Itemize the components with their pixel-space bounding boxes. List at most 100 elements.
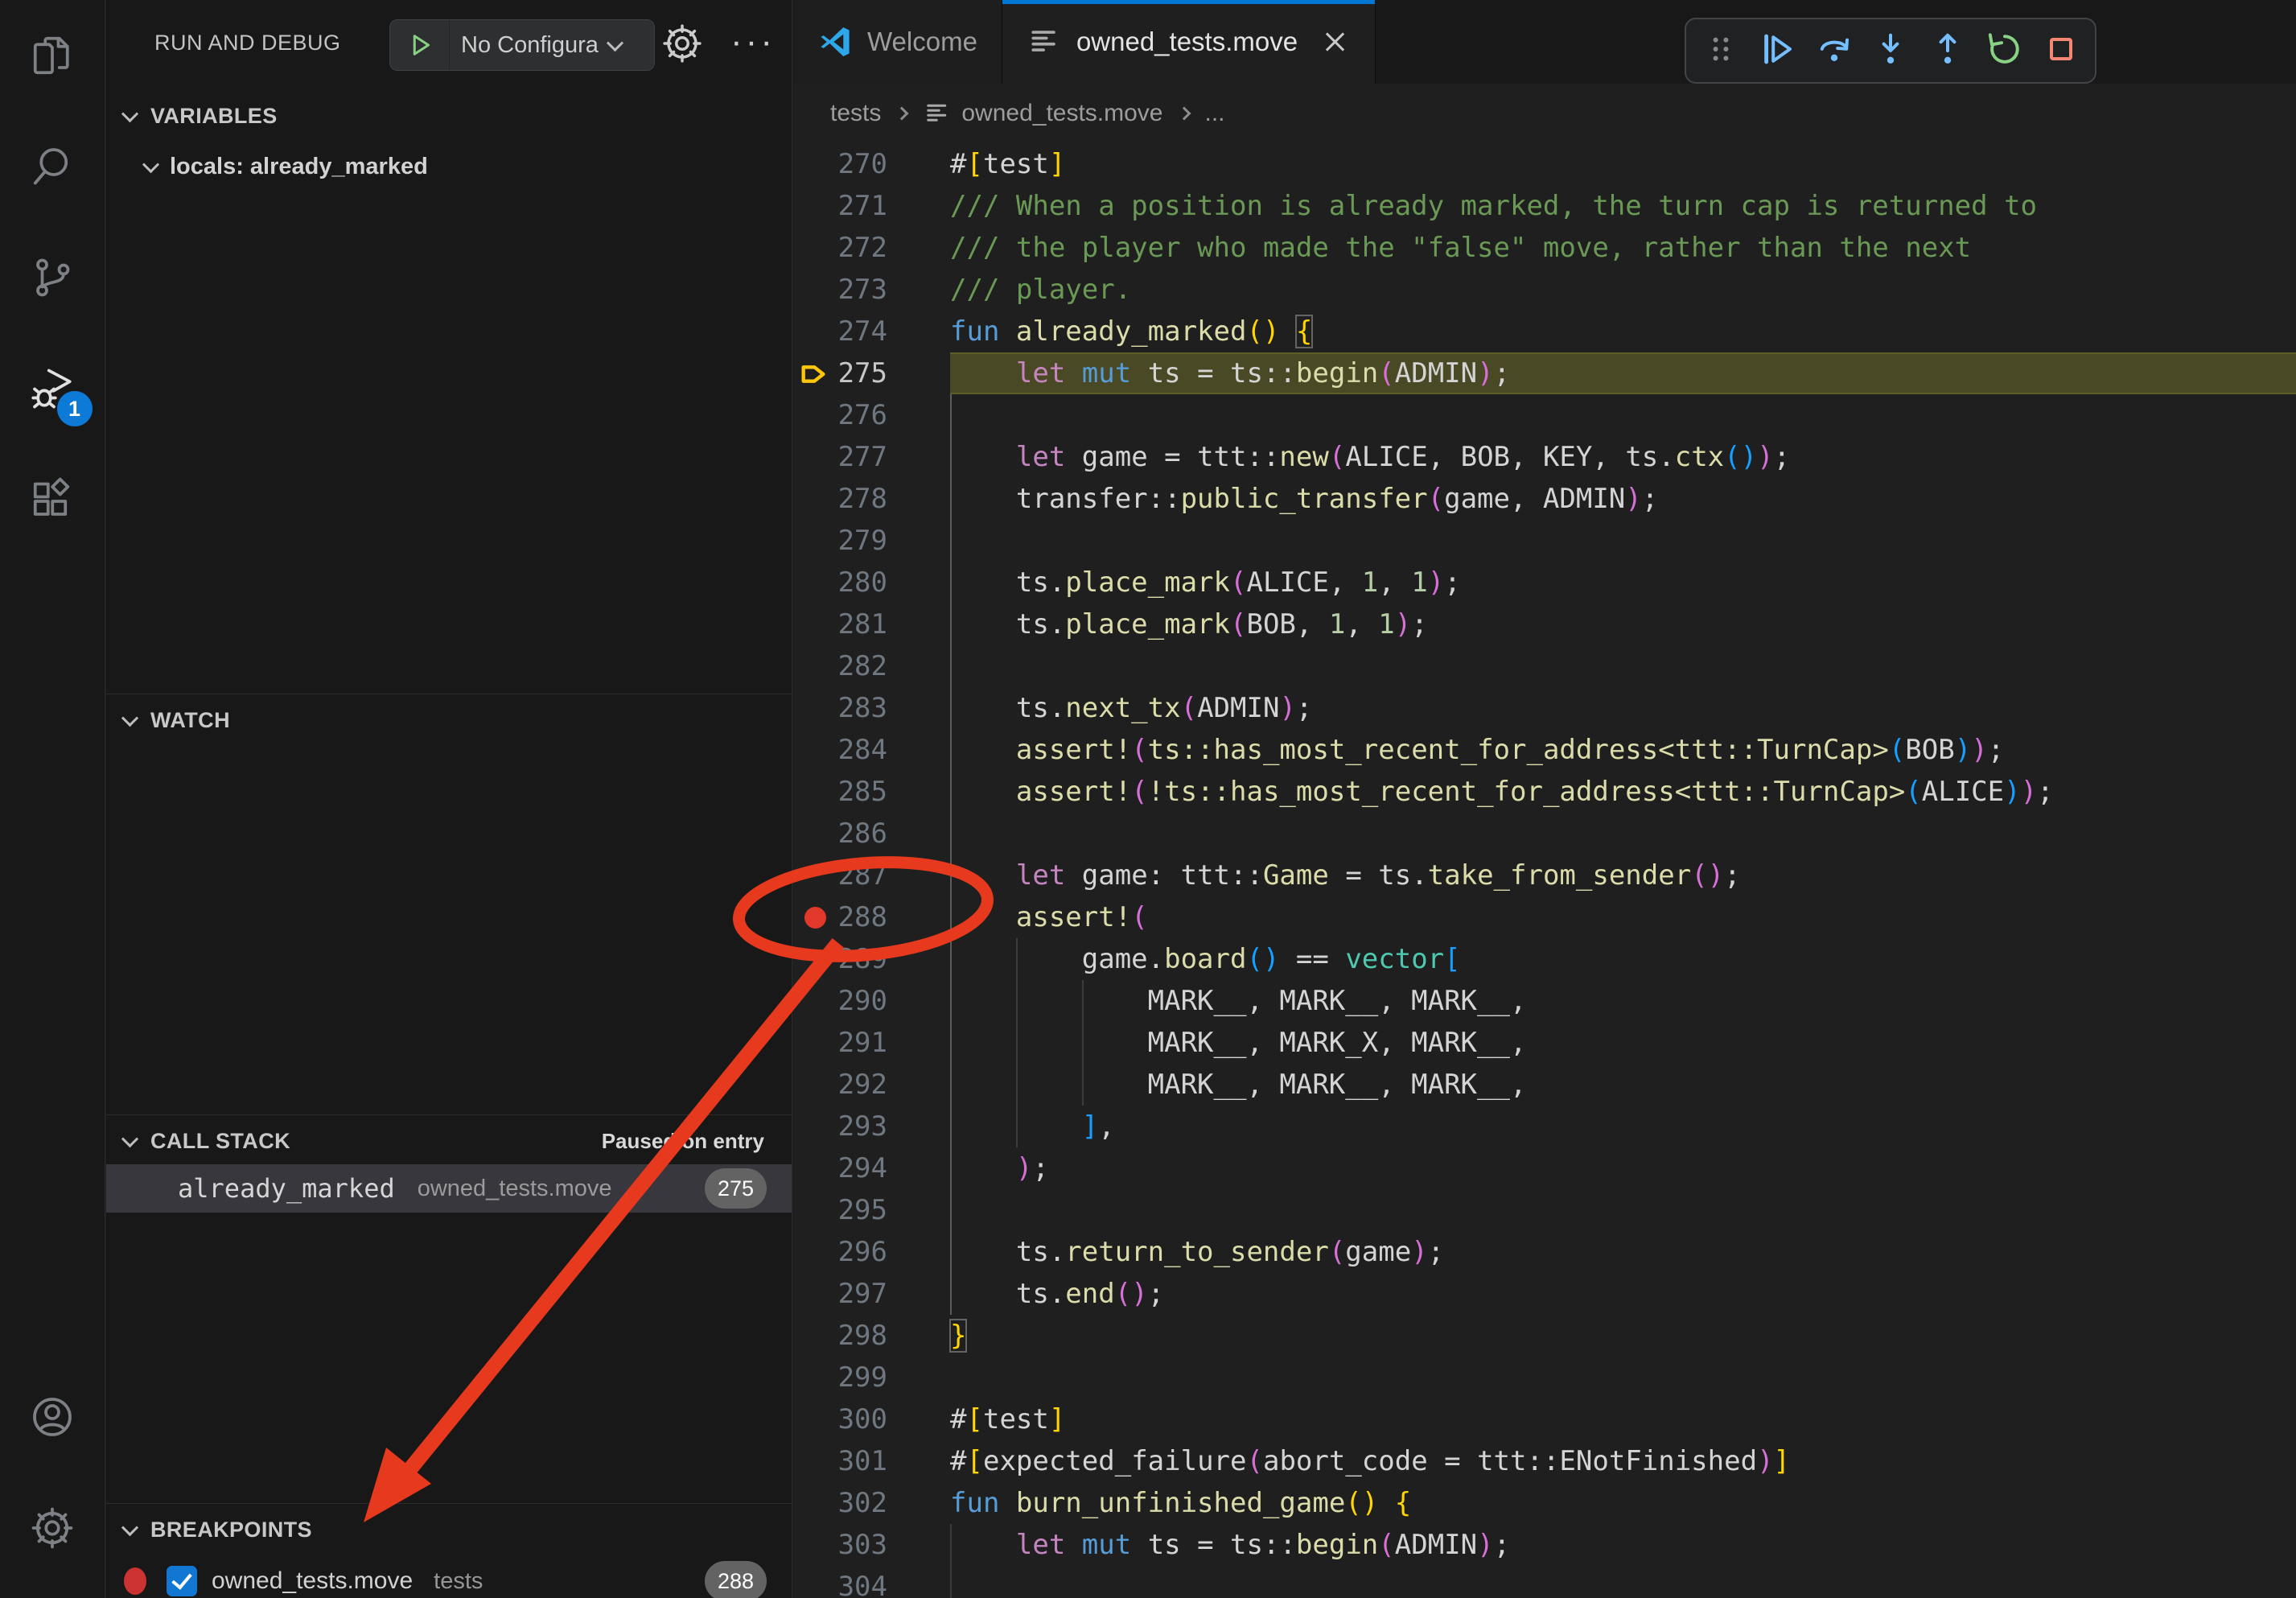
- code-text[interactable]: [950, 520, 2296, 562]
- code-text[interactable]: ts.return_to_sender(game);: [950, 1231, 2296, 1273]
- glyph-margin[interactable]: [793, 980, 837, 1022]
- line-number[interactable]: 288: [837, 896, 887, 938]
- code-text[interactable]: #[test]: [950, 143, 2296, 185]
- line-number[interactable]: 294: [837, 1147, 887, 1189]
- continue-button[interactable]: [1755, 28, 1800, 73]
- glyph-margin[interactable]: [793, 1231, 837, 1273]
- execution-pointer-glyph[interactable]: [793, 352, 837, 394]
- code-text[interactable]: [950, 1357, 2296, 1398]
- code-line[interactable]: 270 #[test]: [793, 143, 2296, 185]
- glyph-margin[interactable]: [793, 1315, 837, 1357]
- line-number[interactable]: 276: [837, 394, 887, 436]
- line-number[interactable]: 295: [837, 1189, 887, 1231]
- code-text[interactable]: assert!(: [950, 896, 2296, 938]
- glyph-margin[interactable]: [793, 1398, 837, 1440]
- glyph-margin[interactable]: [793, 394, 837, 436]
- variables-scope-locals[interactable]: locals: already_marked: [106, 142, 792, 192]
- code-line[interactable]: 272 /// the player who made the "false" m…: [793, 227, 2296, 269]
- code-text[interactable]: [950, 1566, 2296, 1598]
- line-number[interactable]: 284: [837, 729, 887, 771]
- code-line[interactable]: 297 ts.end();: [793, 1273, 2296, 1315]
- breakpoints-section-header[interactable]: BREAKPOINTS: [106, 1504, 792, 1555]
- code-line[interactable]: 283 ts.next_tx(ADMIN);: [793, 687, 2296, 729]
- glyph-margin[interactable]: [793, 1022, 837, 1064]
- code-line[interactable]: 295: [793, 1189, 2296, 1231]
- code-line[interactable]: 280 ts.place_mark(ALICE, 1, 1);: [793, 562, 2296, 603]
- line-number[interactable]: 274: [837, 311, 887, 352]
- code-text[interactable]: fun already_marked() {: [950, 311, 2296, 352]
- code-text[interactable]: ts.place_mark(BOB, 1, 1);: [950, 603, 2296, 645]
- code-line[interactable]: 279: [793, 520, 2296, 562]
- gripper-button[interactable]: [1698, 28, 1743, 73]
- line-number[interactable]: 287: [837, 855, 887, 896]
- code-line[interactable]: 276: [793, 394, 2296, 436]
- code-editor[interactable]: 270#[test]271/// When a position is alre…: [793, 143, 2296, 1598]
- code-text[interactable]: [950, 813, 2296, 855]
- code-text[interactable]: let game: ttt::Game = ts.take_from_sende…: [950, 855, 2296, 896]
- line-number[interactable]: 300: [837, 1398, 887, 1440]
- activity-item-source-control[interactable]: [0, 222, 105, 333]
- line-number[interactable]: 301: [837, 1440, 887, 1482]
- activity-item-extensions[interactable]: [0, 444, 105, 555]
- line-number[interactable]: 297: [837, 1273, 887, 1315]
- code-text[interactable]: MARK__, MARK_X, MARK__,: [950, 1022, 2296, 1064]
- line-number[interactable]: 286: [837, 813, 887, 855]
- line-number[interactable]: 279: [837, 520, 887, 562]
- call-stack-frame-row[interactable]: already_marked owned_tests.move 275: [106, 1164, 792, 1213]
- activity-item-settings-gear[interactable]: [0, 1472, 105, 1584]
- glyph-margin[interactable]: [793, 1524, 837, 1566]
- line-number[interactable]: 303: [837, 1524, 887, 1566]
- line-number[interactable]: 272: [837, 227, 887, 269]
- glyph-margin[interactable]: [793, 645, 837, 687]
- code-text[interactable]: ts.next_tx(ADMIN);: [950, 687, 2296, 729]
- code-text[interactable]: game.board() == vector[: [950, 938, 2296, 980]
- code-text[interactable]: /// the player who made the "false" move…: [950, 227, 2296, 269]
- glyph-margin[interactable]: [793, 729, 837, 771]
- code-line[interactable]: 294 );: [793, 1147, 2296, 1189]
- code-line[interactable]: 286: [793, 813, 2296, 855]
- code-text[interactable]: }: [950, 1315, 2296, 1357]
- launch-configuration-dropdown[interactable]: No Configura: [389, 19, 655, 71]
- breadcrumb-item-more[interactable]: ...: [1205, 100, 1225, 127]
- line-number[interactable]: 277: [837, 436, 887, 478]
- line-number[interactable]: 293: [837, 1106, 887, 1147]
- configure-gear-icon[interactable]: [660, 21, 708, 69]
- line-number[interactable]: 270: [837, 143, 887, 185]
- glyph-margin[interactable]: [793, 562, 837, 603]
- start-debugging-play-icon[interactable]: [390, 20, 450, 70]
- glyph-margin[interactable]: [793, 1106, 837, 1147]
- code-line[interactable]: 300 #[test]: [793, 1398, 2296, 1440]
- line-number[interactable]: 304: [837, 1566, 887, 1598]
- code-line[interactable]: 285 assert!(!ts::has_most_recent_for_add…: [793, 771, 2296, 813]
- code-line[interactable]: 273/// player.: [793, 269, 2296, 311]
- code-line[interactable]: 284 assert!(ts::has_most_recent_for_addr…: [793, 729, 2296, 771]
- glyph-margin[interactable]: [793, 687, 837, 729]
- code-text[interactable]: [950, 394, 2296, 436]
- code-text[interactable]: #[test]: [950, 1398, 2296, 1440]
- code-text[interactable]: assert!(!ts::has_most_recent_for_address…: [950, 771, 2296, 813]
- code-text[interactable]: MARK__, MARK__, MARK__,: [950, 980, 2296, 1022]
- activity-item-account[interactable]: [0, 1361, 105, 1472]
- breakpoint-glyph[interactable]: [793, 896, 837, 938]
- code-text[interactable]: let mut ts = ts::begin(ADMIN);: [950, 1524, 2296, 1566]
- line-number[interactable]: 281: [837, 603, 887, 645]
- code-line[interactable]: 278 transfer::public_transfer(game, ADMI…: [793, 478, 2296, 520]
- code-text[interactable]: #[expected_failure(abort_code = ttt::ENo…: [950, 1440, 2296, 1482]
- line-number[interactable]: 273: [837, 269, 887, 311]
- close-icon[interactable]: [1319, 26, 1351, 58]
- breadcrumb-item-tests[interactable]: tests: [830, 100, 881, 127]
- activity-item-run-and-debug[interactable]: 1: [0, 333, 105, 444]
- code-text[interactable]: ts.place_mark(ALICE, 1, 1);: [950, 562, 2296, 603]
- glyph-margin[interactable]: [793, 227, 837, 269]
- code-text[interactable]: transfer::public_transfer(game, ADMIN);: [950, 478, 2296, 520]
- step-out-button[interactable]: [1925, 28, 1970, 73]
- line-number[interactable]: 290: [837, 980, 887, 1022]
- code-line[interactable]: 304: [793, 1566, 2296, 1598]
- stop-button[interactable]: [2039, 28, 2084, 73]
- call-stack-section-header[interactable]: CALL STACK Paused on entry: [106, 1115, 792, 1167]
- glyph-margin[interactable]: [793, 1064, 837, 1106]
- line-number[interactable]: 283: [837, 687, 887, 729]
- glyph-margin[interactable]: [793, 938, 837, 980]
- line-number[interactable]: 302: [837, 1482, 887, 1524]
- breakpoint-dot-icon[interactable]: [804, 907, 826, 929]
